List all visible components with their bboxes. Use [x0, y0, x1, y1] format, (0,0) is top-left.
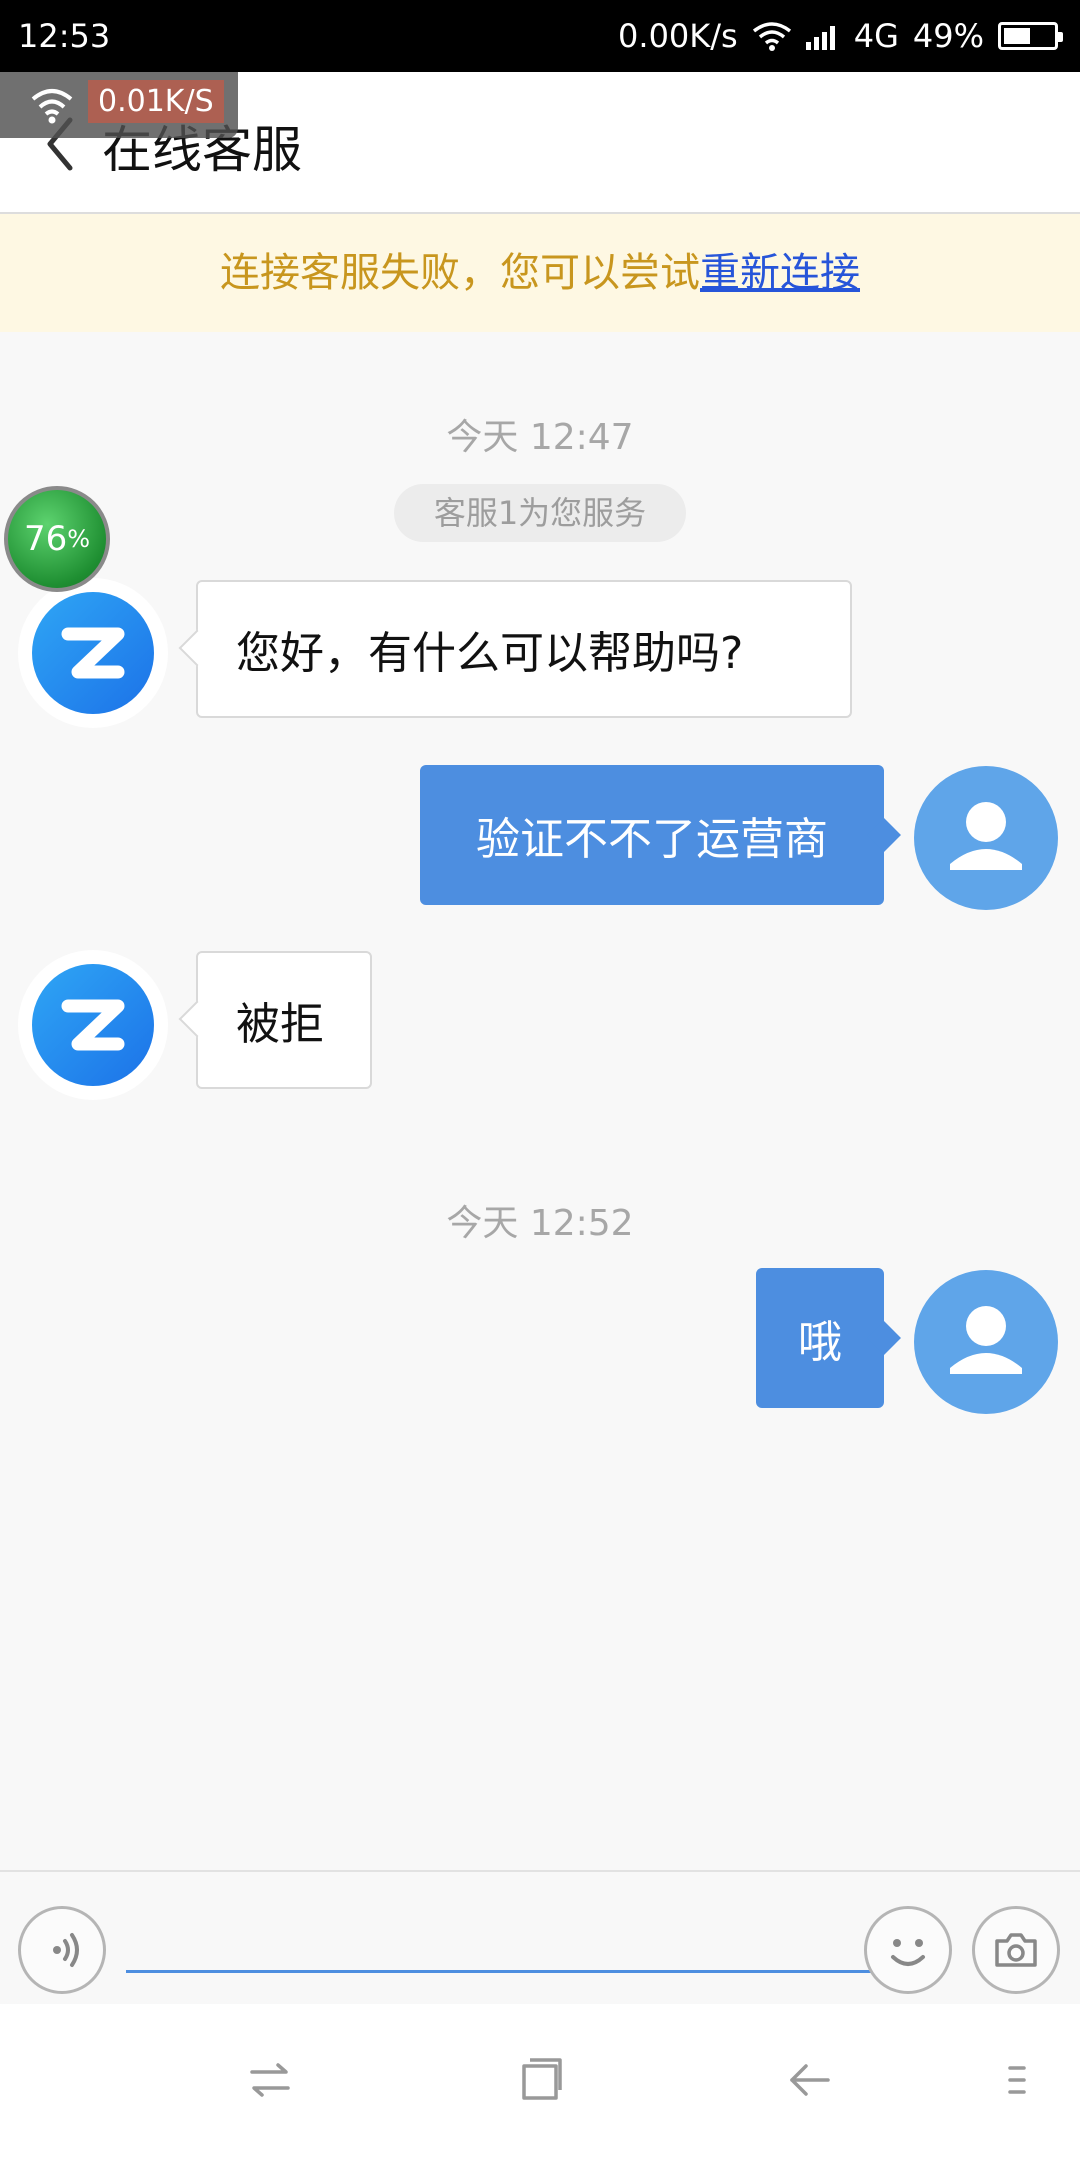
back-arrow-icon[interactable] — [786, 2056, 834, 2104]
battery-icon — [998, 22, 1063, 50]
user-avatar — [914, 766, 1058, 910]
progress-badge[interactable]: 76% — [4, 486, 110, 592]
user-avatar — [914, 1270, 1058, 1414]
battery-percent: 49% — [912, 17, 984, 55]
timestamp: 今天 12:47 — [446, 417, 634, 458]
overlay-speed: 0.01K/S — [88, 80, 224, 123]
speed-overlay[interactable]: 0.01K/S — [0, 72, 238, 138]
signal-icon — [805, 26, 835, 50]
status-time: 12:53 — [18, 17, 111, 55]
message-text: 哦 — [798, 1317, 842, 1368]
person-icon — [950, 1306, 1022, 1374]
switch-icon[interactable] — [246, 2056, 294, 2104]
input-bar — [0, 1870, 1080, 2004]
agent-message: 被拒 — [196, 951, 372, 1089]
menu-icon[interactable] — [1006, 2060, 1030, 2100]
net-speed: 0.00K/s — [618, 17, 738, 55]
voice-button[interactable] — [18, 1906, 106, 1994]
agent-logo-icon — [61, 999, 125, 1051]
agent-message: 您好，有什么可以帮助吗? — [196, 580, 852, 718]
smiley-icon — [891, 1939, 925, 1966]
person-icon — [950, 802, 1022, 870]
message-text: 验证不不了运营商 — [476, 814, 828, 865]
banner-text: 连接客服失败，您可以尝试 — [220, 250, 700, 296]
agent-avatar — [18, 950, 168, 1100]
voice-icon — [53, 1933, 79, 1967]
user-message: 验证不不了运营商 — [420, 765, 884, 905]
wifi-icon — [752, 22, 791, 51]
user-message: 哦 — [756, 1268, 884, 1408]
timestamp: 今天 12:52 — [446, 1203, 634, 1244]
message-input[interactable] — [126, 1900, 878, 1973]
camera-icon — [995, 1933, 1037, 1967]
navigation-bar — [0, 2004, 1080, 2160]
service-notice: 客服1为您服务 — [394, 484, 686, 542]
connection-failed-banner: 连接客服失败，您可以尝试重新连接 — [0, 214, 1080, 332]
wifi-icon — [31, 89, 73, 124]
message-text: 被拒 — [236, 999, 324, 1050]
network-type: 4G — [853, 17, 899, 55]
camera-button[interactable] — [972, 1906, 1060, 1994]
message-text: 您好，有什么可以帮助吗? — [236, 628, 744, 679]
status-bar: 12:53 0.00K/s 4G 49% — [0, 0, 1080, 72]
reconnect-link[interactable]: 重新连接 — [700, 250, 860, 296]
progress-value: 76 — [23, 519, 68, 559]
square-icon[interactable] — [516, 2054, 564, 2104]
status-indicators: 0.00K/s 4G 49% — [618, 17, 1063, 55]
progress-unit: % — [67, 525, 91, 553]
agent-logo-icon — [61, 627, 125, 679]
emoji-button[interactable] — [864, 1906, 952, 1994]
agent-avatar — [18, 578, 168, 728]
